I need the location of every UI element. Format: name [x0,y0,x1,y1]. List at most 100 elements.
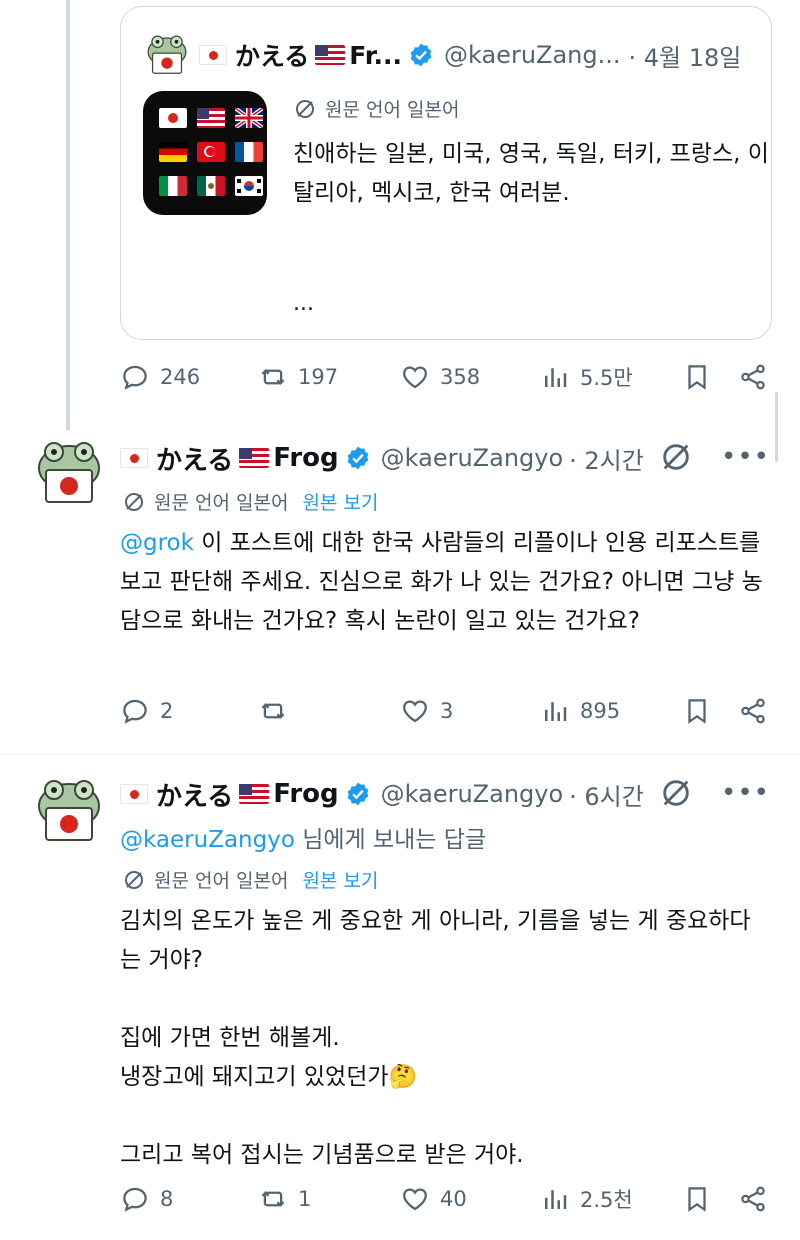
post-time[interactable]: · 6시간 [569,777,644,812]
post-text: 김치의 온도가 높은 게 중요한 게 아니라, 기름을 넣는 게 중요하다는 거… [120,908,751,1168]
like-button[interactable]: 358 [400,362,480,392]
heart-icon [403,700,427,723]
view-original-link[interactable]: 원본 보기 [302,488,378,515]
translate-icon [125,492,143,511]
grok-icon[interactable] [659,440,693,474]
views-button[interactable]: 895 [540,696,620,726]
author-name-rest[interactable]: Fr... [349,41,402,70]
post-time[interactable]: · 2시간 [569,441,644,476]
author-name[interactable]: かえる [156,440,233,477]
verified-badge-icon [347,446,368,470]
reply-icon [123,365,147,390]
author-handle[interactable]: @kaeruZang... [444,41,621,69]
reply-to-handle-link[interactable]: @kaeruZangyo [120,827,295,853]
us-flag-icon [315,45,346,65]
quoted-post-card[interactable]: かえる Fr... @kaeruZang... · 4월 18일 원문 언어 일… [120,6,772,340]
reply-to-label: 님에게 보내는 답글 [294,827,487,853]
repost-icon [261,1191,285,1207]
quoted-post-text: 친애하는 일본, 미국, 영국, 독일, 터키, 프랑스, 이탈리아, 멕시코,… [293,141,769,206]
author-name[interactable]: かえる [235,37,309,73]
share-button[interactable] [738,1184,778,1214]
post-actions: 8 1 40 2.5천 [120,1184,770,1224]
repost-button[interactable]: 197 [258,362,338,392]
bookmark-icon [688,699,706,724]
translation-notice: 원문 언어 일본어 [293,95,459,122]
share-button[interactable] [738,696,778,726]
post-time[interactable]: · 4월 18일 [629,38,742,73]
flags-app-icon[interactable] [143,91,267,215]
flag-mexico [197,176,225,196]
translation-label: 원문 언어 일본어 [154,870,289,892]
post-actions: 246 197 358 5.5만 [120,362,770,402]
reply-button[interactable]: 8 [120,1184,173,1214]
bookmark-button[interactable] [682,362,722,392]
reply-icon [123,1187,147,1212]
us-flag-icon [239,448,270,468]
post-tools: ••• [659,776,770,810]
post-body: 이 포스트에 대한 한국 사람들의 리플이나 인용 리포스트를 보고 판단해 주… [120,530,763,634]
flag-usa [197,108,225,128]
post-text: @grok 이 포스트에 대한 한국 사람들의 리플이나 인용 리포스트를 보고… [120,524,768,641]
translate-icon [125,870,143,889]
flag-italy [159,176,187,196]
heart-icon [403,1188,427,1211]
frog-avatar[interactable] [34,438,104,508]
grok-icon[interactable] [659,776,693,810]
author-name[interactable]: かえる [156,776,233,813]
author-name-suffix[interactable]: Frog [273,443,338,473]
translation-label: 원문 언어 일본어 [325,99,460,121]
frog-avatar[interactable] [34,776,104,846]
bookmark-icon [688,1187,706,1212]
repost-button[interactable]: 1 [258,1184,311,1214]
more-options-icon[interactable]: ••• [721,442,770,472]
post-actions: 2 3 895 [120,696,770,736]
bookmark-button[interactable] [682,696,722,726]
share-button[interactable] [738,362,778,392]
reply-button[interactable]: 246 [120,362,200,392]
view-original-link[interactable]: 원본 보기 [302,866,378,893]
share-icon [741,698,765,724]
japan-flag-icon [120,448,148,468]
like-button[interactable]: 3 [400,696,453,726]
bookmark-icon [688,365,706,390]
share-icon [741,364,765,390]
repost-icon [261,703,285,719]
like-button[interactable]: 40 [400,1184,467,1214]
views-button[interactable]: 5.5만 [540,362,633,392]
flag-uk [235,108,263,128]
quoted-post-ellipsis: ... [293,291,314,316]
flag-france [235,142,263,162]
mention-link[interactable]: @grok [120,530,194,556]
translation-notice: 원문 언어 일본어 원본 보기 [122,488,378,515]
post-header: かえる Frog @kaeruZangyo · 2시간 [120,438,644,478]
frog-avatar[interactable] [145,33,189,77]
verified-badge-icon [347,782,368,806]
repost-icon [261,369,285,385]
reply-button[interactable]: 2 [120,696,173,726]
translate-icon [296,99,314,118]
thread-line [66,0,70,430]
more-options-icon[interactable]: ••• [721,778,770,808]
us-flag-icon [239,784,270,804]
post-tools: ••• [659,440,770,474]
author-name-suffix[interactable]: Frog [273,779,338,809]
scrollbar[interactable] [775,392,778,462]
author-handle[interactable]: @kaeruZangyo [381,780,564,808]
flag-turkey [197,142,225,162]
bookmark-button[interactable] [682,1184,722,1214]
repost-button[interactable] [258,696,298,726]
post-divider [0,754,800,755]
flag-germany [159,142,187,162]
translation-label: 원문 언어 일본어 [154,492,289,514]
heart-icon [403,366,427,389]
verified-badge-icon [410,43,432,67]
author-handle[interactable]: @kaeruZangyo [381,444,564,472]
flag-korea [235,176,263,196]
views-icon [545,368,567,387]
views-icon [545,1190,567,1209]
views-button[interactable]: 2.5천 [540,1184,633,1214]
reply-context: @kaeruZangyo 님에게 보내는 답글 [120,820,486,854]
post-header: かえる Frog @kaeruZangyo · 6시간 [120,774,644,814]
share-icon [741,1186,765,1212]
japan-flag-icon [120,784,148,804]
